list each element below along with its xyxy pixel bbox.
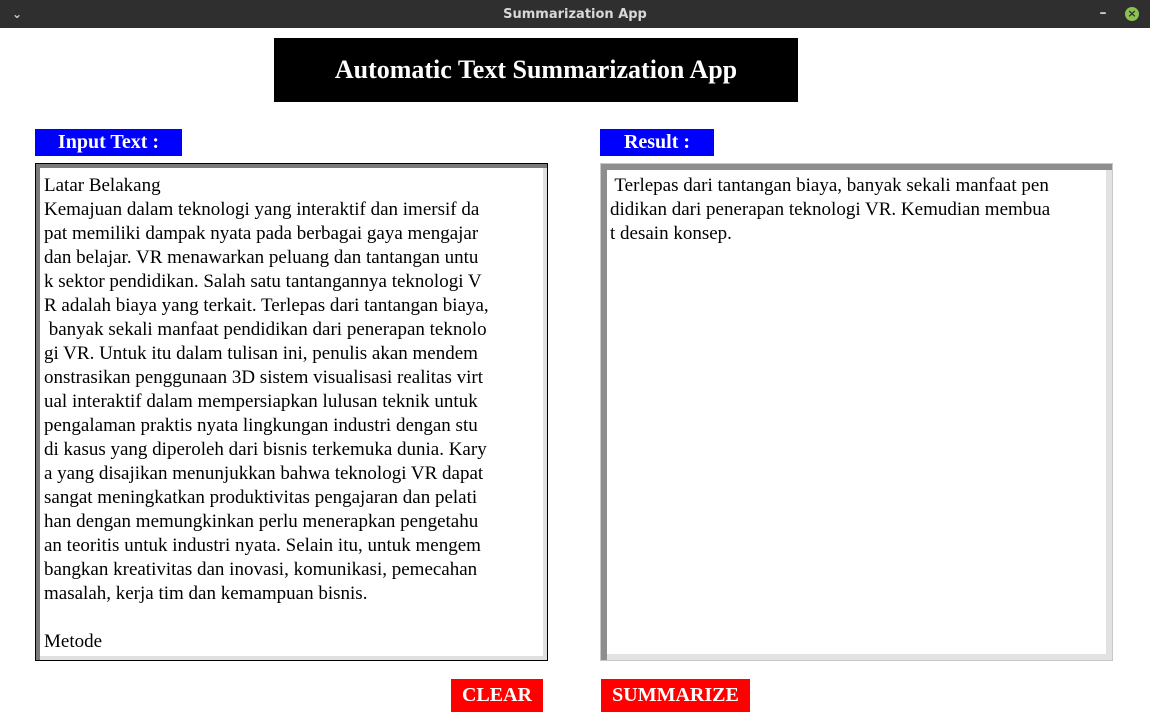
input-textarea[interactable]: Latar Belakang Kemajuan dalam teknologi … [35,163,548,661]
window-title: Summarization App [503,7,647,22]
summarize-button[interactable]: SUMMARIZE [601,679,750,712]
clear-button[interactable]: CLEAR [451,679,543,712]
app-window: Automatic Text Summarization App Input T… [0,28,1150,728]
result-label: Result : [600,129,714,156]
window-titlebar: ⌄ Summarization App – × [0,0,1150,28]
input-text-label: Input Text : [35,129,182,156]
result-textarea[interactable]: Terlepas dari tantangan biaya, banyak se… [600,163,1113,661]
minimize-icon[interactable]: – [1094,4,1112,22]
close-icon[interactable]: × [1125,7,1139,21]
app-title: Automatic Text Summarization App [274,38,798,102]
